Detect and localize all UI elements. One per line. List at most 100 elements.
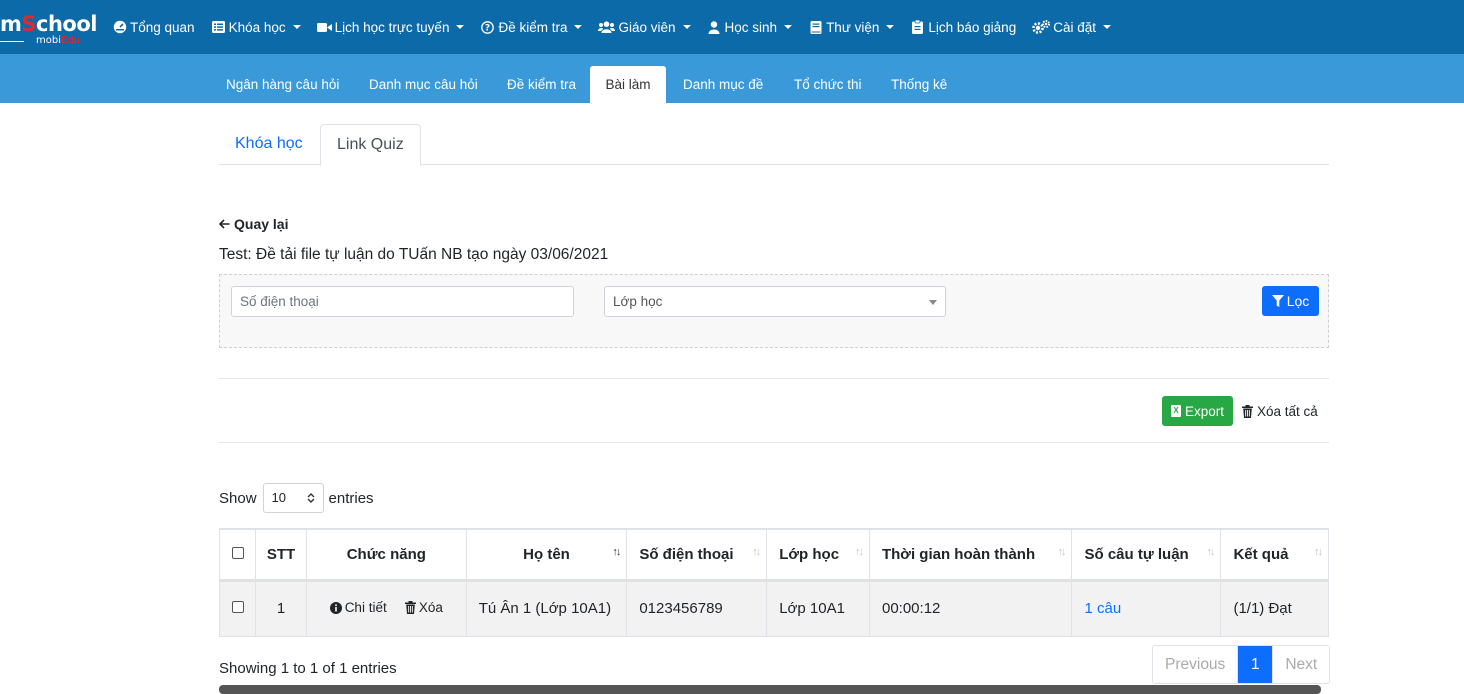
logo-main-text: mSchool <box>0 12 97 36</box>
header-ho-ten[interactable]: Họ tên ↑↓ <box>466 528 628 582</box>
phone-filter-input[interactable]: Số điện thoại <box>231 286 574 317</box>
filter-button-label: Lọc <box>1286 293 1310 309</box>
test-title: Test: Đề tải file tự luận do TUấn NB tạo… <box>219 246 609 263</box>
pagination-previous[interactable]: Previous <box>1153 646 1239 683</box>
filter-button[interactable]: Lọc <box>1262 286 1319 316</box>
table-row: 1 Chi tiết Xóa Tú Ân 1 (Lớp 10A1) 012345… <box>220 580 1329 637</box>
subtab-thong-ke[interactable]: Thống kê <box>874 66 964 103</box>
results-table-wrapper: STT Chức năng Họ tên ↑↓ Số điện thoại ↑↓ L… <box>219 528 1329 637</box>
filter-icon <box>1271 295 1284 307</box>
mschool-logo[interactable]: mSchool mobiEdu <box>0 8 97 48</box>
pagination-page-1[interactable]: 1 <box>1238 646 1273 683</box>
cell-lop-hoc: Lớp 10A1 <box>766 580 870 637</box>
cell-ket-qua: (1/1) Đạt <box>1220 580 1329 637</box>
sort-updown-icon <box>307 493 315 503</box>
nav-khoa-hoc[interactable]: Khóa học <box>211 20 301 35</box>
nav-label: Tổng quan <box>130 19 195 35</box>
detail-button[interactable]: Chi tiết <box>329 600 387 615</box>
header-label: Kết quả <box>1233 545 1289 563</box>
header-ket-qua[interactable]: Kết quả ↑↓ <box>1220 528 1329 582</box>
filter-panel: Số điện thoại Lớp học Lọc <box>219 274 1329 348</box>
subtab-ngan-hang-cau-hoi[interactable]: Ngân hàng câu hỏi <box>209 66 356 103</box>
cell-ho-ten: Tú Ân 1 (Lớp 10A1) <box>466 580 628 637</box>
divider <box>219 378 1329 379</box>
delete-all-button[interactable]: Xóa tất cả <box>1242 396 1318 426</box>
tab-link-quiz[interactable]: Link Quiz <box>320 124 421 166</box>
row-checkbox[interactable] <box>231 601 244 613</box>
export-label: Export <box>1184 403 1225 419</box>
nav-label: Đề kiểm tra <box>498 19 568 35</box>
header-label: Thời gian hoàn thành <box>881 545 1036 563</box>
subtab-to-chuc-thi[interactable]: Tổ chức thi <box>777 66 879 103</box>
entries-label: entries <box>328 489 374 507</box>
sub-navbar: Ngân hàng câu hỏi Danh mục câu hỏi Đề ki… <box>0 54 1464 103</box>
nav-label: Thư viện <box>826 19 880 35</box>
excel-icon: X <box>1170 405 1181 417</box>
top-navbar: mSchool mobiEdu Tổng quan Khóa học Lịch … <box>0 0 1464 54</box>
user-icon <box>707 20 722 35</box>
users-icon <box>598 20 616 35</box>
cell-thoi-gian: 00:00:12 <box>869 580 1073 637</box>
back-label: Quay lại <box>234 216 289 232</box>
subtab-bai-lam[interactable]: Bài làm <box>590 66 666 103</box>
nav-lich-hoc-truc-tuyen[interactable]: Lịch học trực tuyến <box>316 19 465 35</box>
header-so-dien-thoai[interactable]: Số điện thoại ↑↓ <box>626 528 768 582</box>
header-chuc-nang: Chức năng <box>306 528 467 582</box>
sort-icon: ↑↓ <box>1057 546 1066 558</box>
nav-de-kiem-tra[interactable]: ? Đề kiểm tra <box>480 19 583 35</box>
nav-thu-vien[interactable]: Thư viện <box>808 19 895 35</box>
subtab-danh-muc-cau-hoi[interactable]: Danh mục câu hỏi <box>352 66 495 103</box>
sort-icon: ↑↓ <box>1206 546 1215 558</box>
delete-button[interactable]: Xóa <box>404 600 443 615</box>
list-icon <box>211 20 226 35</box>
show-label: Show <box>219 489 257 507</box>
results-table: STT Chức năng Họ tên ↑↓ Số điện thoại ↑↓ L… <box>220 528 1329 637</box>
header-stt[interactable]: STT <box>255 528 307 582</box>
book-icon <box>808 20 823 35</box>
page-length-select[interactable]: 10 <box>262 483 324 513</box>
top-nav-menu: Tổng quan Khóa học Lịch học trực tuyến ?… <box>112 0 1127 54</box>
header-lop-hoc[interactable]: Lớp học ↑↓ <box>766 528 870 582</box>
info-icon <box>329 601 342 614</box>
nav-giao-vien[interactable]: Giáo viên <box>598 20 691 35</box>
caret-down-icon <box>784 25 793 29</box>
header-so-cau-tu-luan[interactable]: Số câu tự luận ↑↓ <box>1071 528 1222 582</box>
content-tabs: Khóa học Link Quiz <box>219 124 1329 166</box>
header-label: Họ tên <box>523 545 570 563</box>
header-label: Số câu tự luận <box>1084 545 1189 563</box>
cell-so-cau-tu-luan: 1 câu <box>1071 580 1222 637</box>
nav-cai-dat[interactable]: Cài đặt <box>1032 20 1111 35</box>
export-button[interactable]: X Export <box>1162 396 1233 426</box>
table-header-row: STT Chức năng Họ tên ↑↓ Số điện thoại ↑↓ L… <box>220 528 1329 582</box>
sort-asc-icon: ↑↓ <box>612 546 621 558</box>
question-icon: ? <box>480 20 495 35</box>
nav-label: Lịch học trực tuyến <box>334 19 450 35</box>
chevron-down-icon <box>929 300 937 305</box>
nav-tong-quan[interactable]: Tổng quan <box>112 20 195 35</box>
logo-sub-text: mobiEdu <box>36 35 81 46</box>
nav-hoc-sinh[interactable]: Học sinh <box>707 20 793 35</box>
select-all-checkbox[interactable] <box>231 546 244 559</box>
header-thoi-gian[interactable]: Thời gian hoàn thành ↑↓ <box>869 528 1073 582</box>
detail-label: Chi tiết <box>344 600 387 615</box>
nav-lich-bao-giang[interactable]: Lịch báo giảng <box>910 20 1016 35</box>
subtab-danh-muc-de[interactable]: Danh mục đề <box>666 66 780 103</box>
tab-khoa-hoc[interactable]: Khóa học <box>219 124 319 165</box>
header-label: Lớp học <box>779 545 840 563</box>
class-select-value: Lớp học <box>613 294 663 309</box>
trash-icon <box>404 600 416 614</box>
clipboard-icon <box>910 20 925 35</box>
essay-count-link[interactable]: 1 câu <box>1084 600 1121 617</box>
cell-actions: Chi tiết Xóa <box>306 580 467 637</box>
subtab-de-kiem-tra[interactable]: Đề kiểm tra <box>490 66 593 103</box>
horizontal-scrollbar[interactable] <box>219 685 1321 694</box>
back-link[interactable]: Quay lại <box>219 216 288 232</box>
caret-down-icon <box>292 25 301 29</box>
delete-all-label: Xóa tất cả <box>1257 403 1318 419</box>
dashboard-icon <box>112 20 127 35</box>
arrow-left-icon <box>219 219 230 229</box>
select-all-header <box>220 528 257 582</box>
cogs-icon <box>1032 20 1051 35</box>
pagination-next[interactable]: Next <box>1272 646 1330 683</box>
class-filter-select[interactable]: Lớp học <box>604 286 946 317</box>
